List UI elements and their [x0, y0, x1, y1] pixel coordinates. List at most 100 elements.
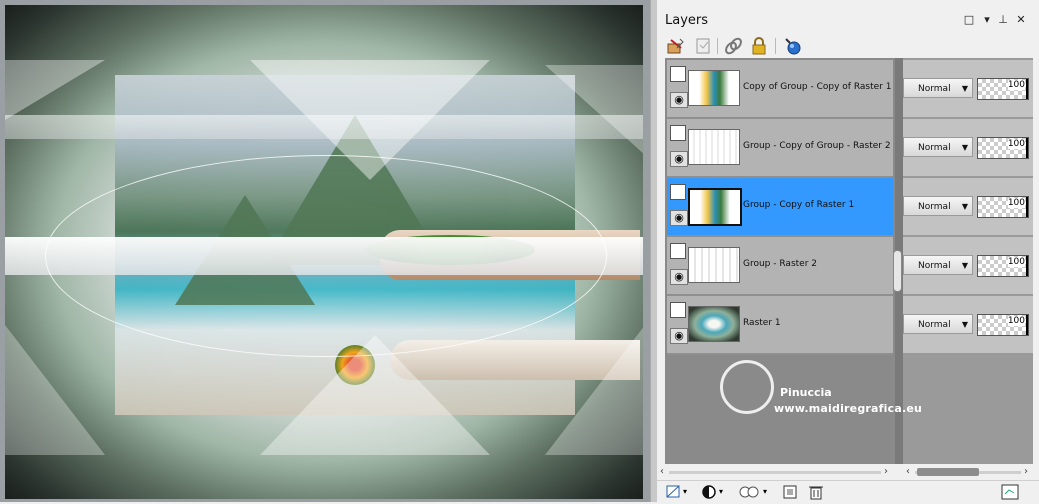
- group-layers-icon[interactable]: [781, 484, 799, 500]
- layer-thumbnail: [688, 129, 740, 165]
- layer-name[interactable]: Raster 1: [743, 318, 781, 328]
- dropdown-arrow-icon: ▼: [961, 320, 968, 329]
- visibility-eye-icon[interactable]: ◉: [670, 210, 688, 226]
- oval-outline: [45, 155, 607, 357]
- watermark-name: Pinuccia: [780, 386, 832, 399]
- scroll-track[interactable]: [669, 471, 881, 474]
- opacity-value: 100: [1007, 198, 1025, 208]
- restore-icon[interactable]: □: [963, 14, 975, 26]
- layer-mask-icon[interactable]: [670, 184, 686, 200]
- layer-row-selected[interactable]: ◉ Group - Copy of Raster 1: [667, 178, 893, 237]
- opacity-value: 100: [1007, 139, 1025, 149]
- layer-properties-icon[interactable]: [665, 36, 685, 56]
- opacity-value: 100: [1007, 316, 1025, 326]
- layer-mask-icon[interactable]: [670, 243, 686, 259]
- dropdown-icon[interactable]: ▾: [763, 484, 773, 500]
- palette-options-icon[interactable]: [1001, 484, 1019, 500]
- scroll-thumb[interactable]: [917, 468, 979, 476]
- triangle-shape: [545, 325, 643, 455]
- artwork-canvas[interactable]: [5, 5, 643, 499]
- delete-layer-icon[interactable]: [807, 484, 825, 500]
- link-icon[interactable]: [723, 36, 743, 56]
- lock-icon[interactable]: [749, 36, 769, 56]
- layer-mask-icon[interactable]: [670, 125, 686, 141]
- opacity-slider-bar[interactable]: [1026, 315, 1028, 335]
- new-raster-layer-icon[interactable]: [665, 484, 683, 500]
- toolbar-separator: [717, 38, 718, 54]
- close-icon[interactable]: ✕: [1015, 14, 1027, 26]
- blend-mode-select[interactable]: Normal ▼: [903, 78, 973, 98]
- layer-name[interactable]: Group - Copy of Raster 1: [743, 200, 854, 210]
- opacity-slider-bar[interactable]: [1026, 79, 1028, 99]
- triangle-shape: [5, 325, 105, 455]
- opacity-field[interactable]: 100: [977, 196, 1029, 218]
- heart-logo-icon: [720, 360, 774, 414]
- opacity-slider-bar[interactable]: [1026, 197, 1028, 217]
- dropdown-arrow-icon: ▼: [961, 84, 968, 93]
- blend-mode-select[interactable]: Normal ▼: [903, 196, 973, 216]
- divider-grip[interactable]: [893, 250, 902, 292]
- dropdown-arrow-icon: ▼: [961, 143, 968, 152]
- layer-thumbnail: [688, 188, 742, 226]
- opacity-field[interactable]: 100: [977, 314, 1029, 336]
- layer-property-row: Normal ▼ 100: [903, 237, 1033, 296]
- layer-name[interactable]: Group - Raster 2: [743, 259, 817, 269]
- layer-property-row: Normal ▼ 100: [903, 60, 1033, 119]
- opacity-slider-bar[interactable]: [1026, 256, 1028, 276]
- opacity-field[interactable]: 100: [977, 137, 1029, 159]
- layer-row[interactable]: ◉ Raster 1: [667, 296, 893, 355]
- opacity-field[interactable]: 100: [977, 255, 1029, 277]
- scroll-right-icon[interactable]: ›: [1021, 466, 1031, 478]
- layer-properties-column: Normal ▼ 100 Normal ▼ 100 Normal ▼ 100 Norm…: [903, 58, 1033, 464]
- new-adjustment-layer-icon[interactable]: [701, 484, 719, 500]
- layer-thumbnail: [688, 306, 740, 342]
- layers-bottom-toolbar: ▾ ▾ ▾: [657, 480, 1039, 503]
- mask-icon[interactable]: [737, 484, 761, 500]
- layer-list-hscrollbar[interactable]: ‹ ›: [657, 466, 895, 478]
- layer-mask-icon[interactable]: [670, 302, 686, 318]
- image-canvas-area[interactable]: [0, 0, 650, 502]
- properties-hscrollbar[interactable]: ‹ ›: [903, 466, 1033, 478]
- new-layer-icon[interactable]: [783, 36, 803, 56]
- visibility-eye-icon[interactable]: ◉: [670, 328, 688, 344]
- layer-thumbnail: [688, 70, 740, 106]
- dropdown-icon[interactable]: ▾: [981, 14, 993, 26]
- watermark: Pinuccia www.maidiregrafica.eu: [720, 360, 922, 420]
- layer-property-row: Normal ▼ 100: [903, 119, 1033, 178]
- opacity-value: 100: [1007, 257, 1025, 267]
- layer-row[interactable]: ◉ Group - Copy of Group - Raster 2: [667, 119, 893, 178]
- blend-mode-value: Normal: [918, 320, 951, 330]
- blend-mode-value: Normal: [918, 202, 951, 212]
- layer-name[interactable]: Copy of Group - Copy of Raster 1: [743, 82, 891, 92]
- blend-mode-value: Normal: [918, 143, 951, 153]
- edit-selection-icon[interactable]: [693, 36, 713, 56]
- dropdown-icon[interactable]: ▾: [719, 484, 729, 500]
- pin-icon[interactable]: ⊥: [997, 14, 1009, 26]
- scroll-left-icon[interactable]: ‹: [657, 466, 667, 478]
- layer-thumbnail: [688, 247, 740, 283]
- opacity-field[interactable]: 100: [977, 78, 1029, 100]
- layer-property-row: Normal ▼ 100: [903, 296, 1033, 355]
- blend-mode-select[interactable]: Normal ▼: [903, 137, 973, 157]
- layer-row[interactable]: ◉ Copy of Group - Copy of Raster 1: [667, 60, 893, 119]
- layers-palette: Layers □ ▾ ⊥ ✕ ◉ Copy of Group - Copy of…: [657, 0, 1039, 502]
- blend-mode-select[interactable]: Normal ▼: [903, 314, 973, 334]
- opacity-slider-bar[interactable]: [1026, 138, 1028, 158]
- layer-name[interactable]: Group - Copy of Group - Raster 2: [743, 141, 891, 151]
- layer-property-row: Normal ▼ 100: [903, 178, 1033, 237]
- triangle-shape: [250, 60, 490, 180]
- visibility-eye-icon[interactable]: ◉: [670, 151, 688, 167]
- visibility-eye-icon[interactable]: ◉: [670, 269, 688, 285]
- opacity-value: 100: [1007, 80, 1025, 90]
- dropdown-arrow-icon: ▼: [961, 202, 968, 211]
- blend-mode-select[interactable]: Normal ▼: [903, 255, 973, 275]
- scroll-left-icon[interactable]: ‹: [903, 466, 913, 478]
- visibility-eye-icon[interactable]: ◉: [670, 92, 688, 108]
- layer-row[interactable]: ◉ Group - Raster 2: [667, 237, 893, 296]
- triangle-shape: [260, 335, 490, 455]
- layer-mask-icon[interactable]: [670, 66, 686, 82]
- dropdown-icon[interactable]: ▾: [683, 484, 693, 500]
- palette-title: Layers: [665, 13, 709, 28]
- dropdown-arrow-icon: ▼: [961, 261, 968, 270]
- scroll-right-icon[interactable]: ›: [881, 466, 891, 478]
